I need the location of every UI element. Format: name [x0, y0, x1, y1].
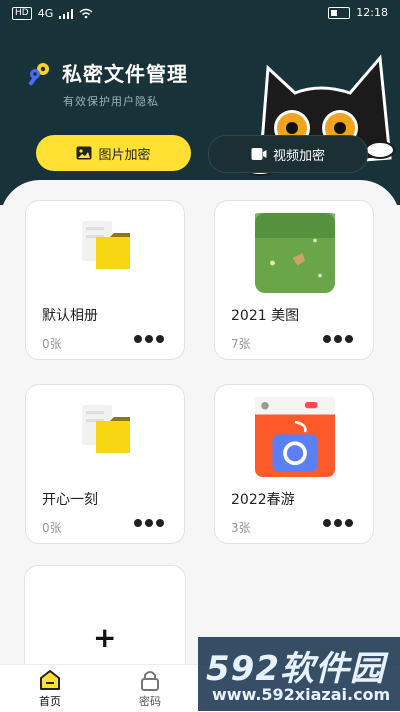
- nav-password[interactable]: 密码: [110, 665, 190, 712]
- page-title: 私密文件管理: [62, 62, 188, 86]
- nav-home[interactable]: 首页: [10, 665, 90, 712]
- signal-icon: [59, 8, 74, 19]
- image-icon: [76, 146, 92, 160]
- status-bar: HD 4G 12:18: [0, 0, 400, 28]
- album-card[interactable]: 开心一刻 0张: [25, 384, 185, 544]
- tab-video-encrypt[interactable]: 视频加密: [208, 135, 368, 173]
- tab-video-label: 视频加密: [272, 148, 325, 164]
- more-icon[interactable]: [134, 335, 164, 343]
- battery-icon: [328, 6, 351, 19]
- album-name: 2022春游: [231, 492, 295, 508]
- video-icon: [251, 148, 267, 160]
- album-card[interactable]: 2021 美图 7张: [214, 200, 374, 360]
- folder-icon: [82, 405, 130, 453]
- album-thumbnail: [255, 213, 335, 293]
- more-icon[interactable]: [134, 519, 164, 527]
- more-icon[interactable]: [323, 335, 353, 343]
- tab-image-label: 图片加密: [98, 147, 151, 163]
- status-time: 12:18: [356, 6, 388, 19]
- nav-home-label: 首页: [39, 695, 61, 708]
- tab-image-encrypt[interactable]: 图片加密: [36, 135, 191, 171]
- watermark-url: www.592xiazai.com: [212, 685, 391, 704]
- lock-icon: [141, 671, 159, 691]
- album-name: 默认相册: [42, 308, 98, 324]
- key-icon: [28, 63, 49, 86]
- signal-text: 4G: [37, 7, 54, 20]
- watermark-brand: 592软件园: [206, 649, 385, 689]
- album-card[interactable]: 2022春游 3张: [214, 384, 374, 544]
- plus-icon: +: [93, 621, 117, 654]
- album-count: 0张: [42, 337, 62, 351]
- network-badge: HD: [12, 7, 32, 20]
- album-name: 开心一刻: [42, 492, 98, 508]
- wifi-icon: [79, 8, 93, 19]
- album-card[interactable]: 默认相册 0张: [25, 200, 185, 360]
- home-icon: [40, 670, 60, 690]
- album-count: 0张: [42, 521, 62, 535]
- album-count: 7张: [231, 337, 251, 351]
- site-watermark: 592软件园 www.592xiazai.com: [198, 637, 400, 711]
- folder-icon: [82, 221, 130, 269]
- nav-password-label: 密码: [139, 695, 161, 708]
- album-name: 2021 美图: [231, 308, 300, 324]
- more-icon[interactable]: [323, 519, 353, 527]
- page-subtitle: 有效保护用户隐私: [63, 95, 159, 108]
- album-thumbnail: [255, 397, 335, 477]
- album-count: 3张: [231, 521, 251, 535]
